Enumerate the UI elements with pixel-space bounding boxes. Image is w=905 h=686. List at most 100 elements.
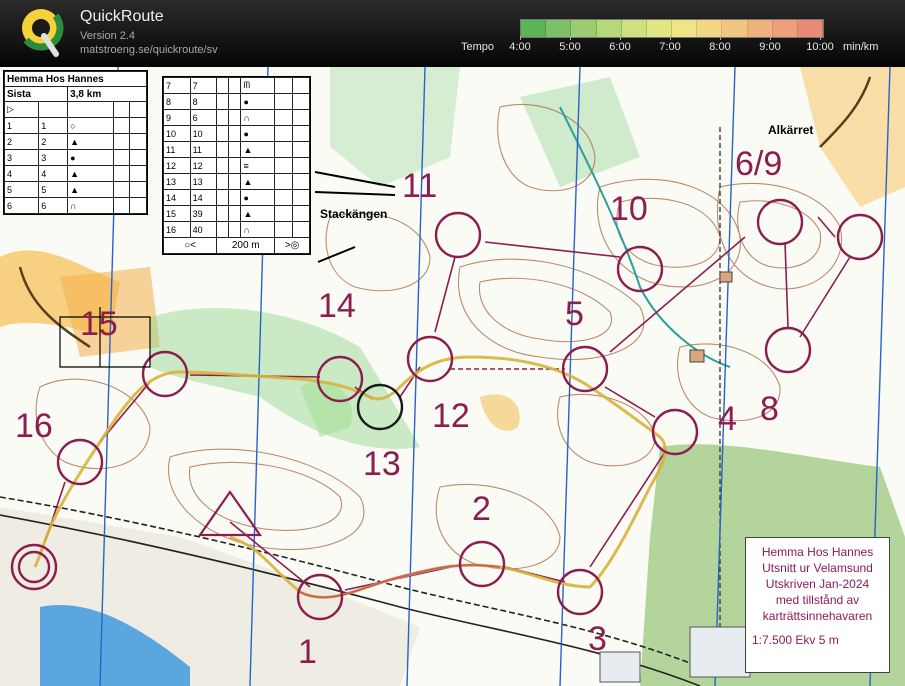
desc-code: 7	[189, 77, 218, 94]
tempo-color-segment	[697, 20, 723, 37]
control-number: 2	[472, 490, 491, 528]
control-description-sheet: Hemma Hos Hannes Sista 3,8 km ▷ 1 1 ○ 2 2 ▲ 3…	[3, 70, 148, 215]
tempo-color-segment	[646, 20, 673, 37]
desc-symbol: ∩	[67, 197, 114, 214]
tempo-tick-mark	[770, 36, 771, 40]
control-description-sheet-continued: 77 ᗰ 8 8 ● 9 6 ∩ 10 10 ● 11 11 ▲ 12 12 ≡ 13 13 ▲ 14 14…	[162, 76, 311, 255]
tempo-tick: 10:00	[806, 41, 834, 53]
desc-code: 6	[189, 109, 218, 126]
desc-symbol: ▲	[240, 173, 276, 190]
tempo-tick-mark	[670, 36, 671, 40]
tempo-color-segment	[672, 20, 698, 37]
desc-number: 6	[3, 197, 40, 214]
tempo-color-segment	[747, 20, 773, 37]
tempo-unit: min/km	[843, 41, 879, 53]
tempo-color-scale	[520, 19, 824, 38]
class-name: Sista	[3, 86, 69, 102]
desc-number: 3	[3, 149, 40, 166]
desc-code: 12	[189, 157, 218, 174]
credit-line: Utskriven Jan-2024	[765, 577, 870, 591]
control-number: 4	[718, 400, 737, 438]
desc-code: 5	[38, 181, 69, 198]
credit-line: med tillstånd av	[775, 593, 860, 607]
desc-symbol: ●	[240, 93, 276, 110]
quickroute-logo-icon	[18, 6, 64, 57]
tempo-tick: 7:00	[659, 41, 681, 53]
desc-code: 39	[189, 205, 218, 222]
control-number: 12	[432, 397, 470, 435]
control-number: 5	[565, 295, 584, 333]
app-url-link[interactable]: matstroeng.se/quickroute/sv	[80, 44, 218, 56]
tempo-tick-mark	[520, 36, 521, 40]
desc-number: 7	[163, 77, 191, 94]
orienteering-map[interactable]: 1 2 3 4 5 6/9 8 10 11 12 13 14 15 16 Alk…	[0, 67, 905, 686]
desc-number: 1	[3, 117, 40, 134]
desc-number: 8	[163, 93, 191, 110]
control-number: 15	[80, 305, 118, 343]
tempo-tick-mark	[570, 36, 571, 40]
desc-symbol: ᗰ	[240, 77, 276, 94]
desc-symbol: ▲	[67, 165, 114, 182]
desc-code: 14	[189, 189, 218, 206]
desc-symbol: ▲	[67, 181, 114, 198]
desc-number: 9	[163, 109, 191, 126]
desc-symbol: ○	[67, 117, 114, 134]
desc-code: 3	[38, 149, 69, 166]
app-title: QuickRoute	[80, 8, 164, 25]
credit-line: Hemma Hos Hannes	[761, 545, 874, 559]
control-number: 8	[760, 390, 779, 428]
control-number: 14	[318, 287, 356, 325]
tempo-tick: 8:00	[709, 41, 731, 53]
control-number: 1	[298, 633, 317, 671]
credit-line: karträttsinnehavaren	[762, 609, 873, 623]
tempo-color-segment	[571, 20, 597, 37]
desc-code: 13	[189, 173, 218, 190]
desc-number: 12	[163, 157, 191, 174]
app-version: Version 2.4	[80, 30, 136, 42]
desc-symbol: ●	[67, 149, 114, 166]
tempo-tick: 9:00	[759, 41, 781, 53]
app-header: QuickRoute Version 2.4 matstroeng.se/qui…	[0, 0, 905, 67]
control-number: 16	[15, 407, 53, 445]
desc-symbol: ●	[240, 189, 276, 206]
finish-double-circle-icon: >◎	[274, 237, 310, 254]
desc-code: 6	[38, 197, 69, 214]
start-triangle-icon: ▷	[3, 101, 40, 118]
desc-code: 40	[189, 221, 218, 238]
credit-line: Utsnitt ur Velamsund	[762, 561, 873, 575]
control-number: 10	[610, 190, 648, 228]
desc-symbol: ▲	[67, 133, 114, 150]
desc-code: 11	[189, 141, 218, 158]
desc-number: 5	[3, 181, 40, 198]
tempo-color-segment	[596, 20, 622, 37]
desc-number: 10	[163, 125, 191, 142]
tempo-color-segment	[546, 20, 572, 37]
tempo-label: Tempo	[461, 41, 495, 53]
control-number: 3	[588, 620, 607, 658]
finish-distance: 200 m	[216, 237, 276, 254]
control-number: 11	[402, 167, 438, 205]
tempo-color-segment	[521, 20, 547, 37]
desc-code: 4	[38, 165, 69, 182]
tempo-tick-mark	[720, 36, 721, 40]
desc-number: 13	[163, 173, 191, 190]
desc-symbol: ●	[240, 125, 276, 142]
tempo-tick-mark	[620, 36, 621, 40]
desc-number: 2	[3, 133, 40, 150]
desc-symbol: ▲	[240, 205, 276, 222]
desc-number: 16	[163, 221, 191, 238]
desc-number: 11	[163, 141, 191, 158]
desc-number: 14	[163, 189, 191, 206]
desc-symbol: ▲	[240, 141, 276, 158]
tempo-tick: 5:00	[559, 41, 581, 53]
map-scale: 1:7.500 Ekv 5 m	[752, 633, 839, 647]
place-name: Stackängen	[320, 207, 388, 221]
course-length: 3,8 km	[67, 86, 147, 102]
tempo-color-segment	[772, 20, 798, 37]
place-name: Alkärret	[768, 123, 814, 137]
desc-number: 4	[3, 165, 40, 182]
desc-code: 1	[38, 117, 69, 134]
desc-symbol: ∩	[240, 221, 276, 238]
tempo-color-segment	[621, 20, 647, 37]
desc-symbol: ∩	[240, 109, 276, 126]
